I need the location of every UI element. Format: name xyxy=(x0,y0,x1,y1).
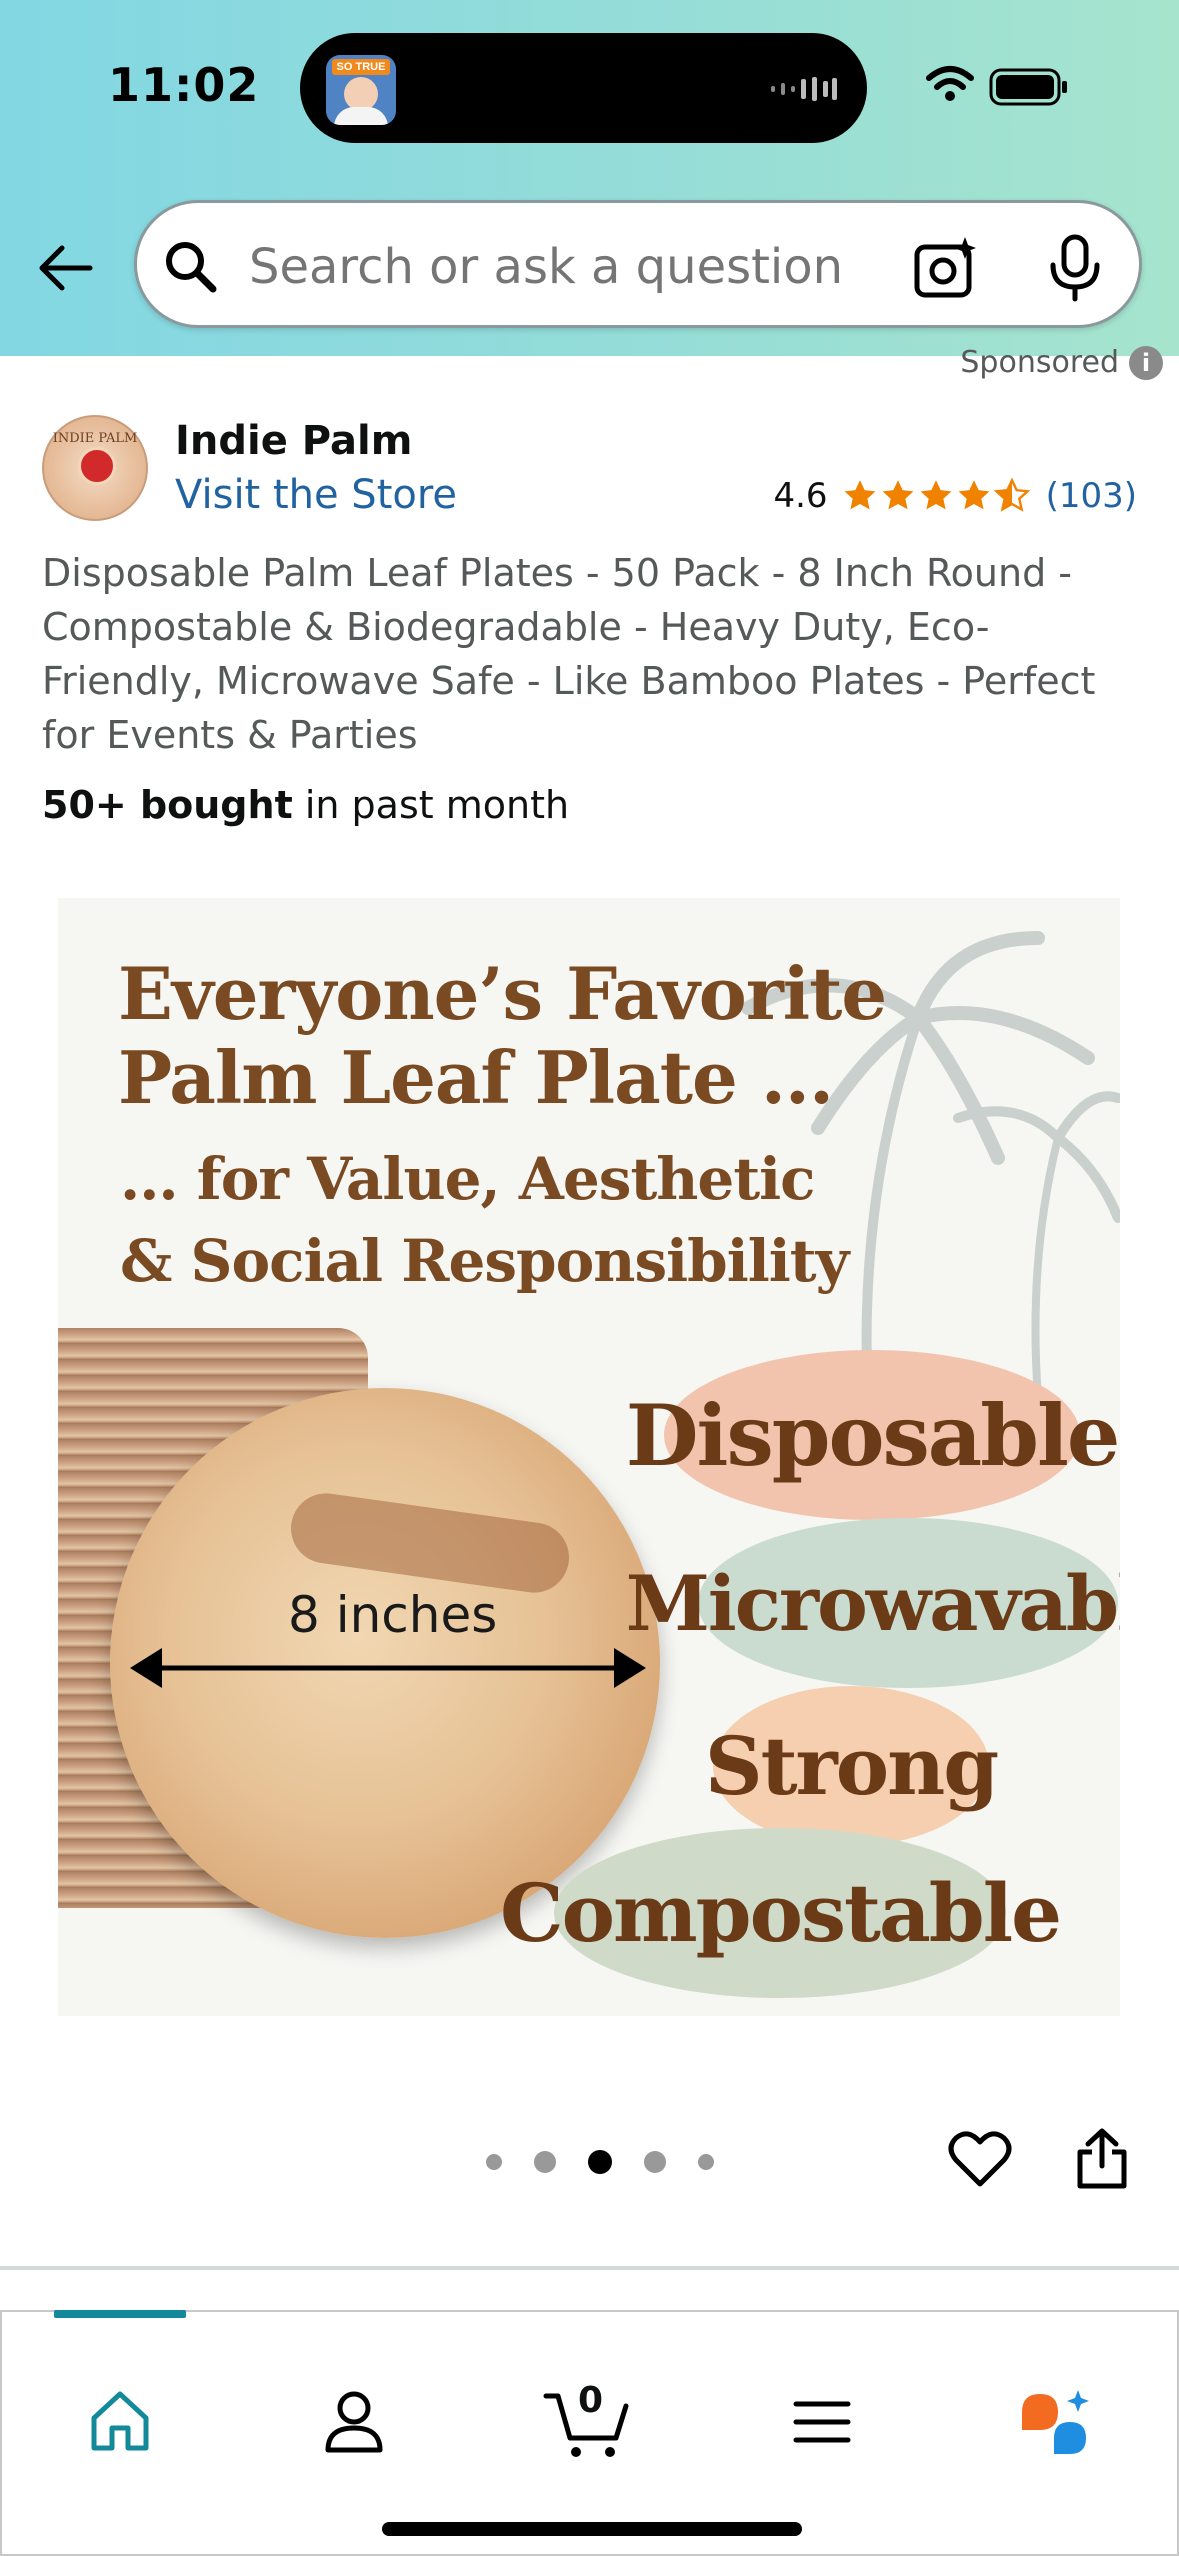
carousel-dot-active[interactable] xyxy=(588,2150,612,2174)
section-divider xyxy=(0,2266,1179,2270)
product-image[interactable]: Everyone’s Favorite Palm Leaf Plate ... … xyxy=(58,898,1120,2016)
image-headline: Everyone’s Favorite Palm Leaf Plate ... xyxy=(118,951,887,1120)
home-indicator xyxy=(382,2522,802,2536)
cart-button[interactable]: 0 xyxy=(542,2380,632,2462)
camera-icon[interactable] xyxy=(911,233,981,303)
wishlist-heart-icon[interactable] xyxy=(948,2130,1012,2190)
audio-wave-icon xyxy=(771,77,837,101)
menu-icon[interactable] xyxy=(782,2382,862,2462)
rufus-assistant-icon[interactable] xyxy=(1014,2382,1094,2462)
search-bar[interactable] xyxy=(134,200,1142,328)
rating-value: 4.6 xyxy=(773,476,828,516)
search-icon xyxy=(166,242,217,293)
live-activity-avatar: SO TRUE xyxy=(326,55,396,125)
product-title: Disposable Palm Leaf Plates - 50 Pack - … xyxy=(42,551,1096,757)
measure-arrow-icon xyxy=(130,1648,646,1688)
cart-count: 0 xyxy=(578,2380,604,2421)
half-star-icon xyxy=(993,478,1030,512)
status-icons xyxy=(926,66,1067,106)
bottom-nav: 0 xyxy=(0,2310,1179,2556)
status-time: 11:02 xyxy=(108,58,260,112)
carousel-dots[interactable] xyxy=(486,2150,746,2174)
info-icon[interactable]: i xyxy=(1129,345,1163,380)
battery-icon xyxy=(989,68,1067,106)
measure-label: 8 inches xyxy=(288,1586,498,1644)
visit-store-link[interactable]: Visit the Store xyxy=(175,472,457,518)
store-logo[interactable]: INDIE PALM xyxy=(42,415,148,521)
share-icon[interactable] xyxy=(1076,2128,1128,2190)
dynamic-island[interactable]: SO TRUE xyxy=(300,33,867,143)
back-arrow-icon[interactable] xyxy=(36,238,96,298)
star-icon xyxy=(844,480,876,510)
home-icon[interactable] xyxy=(80,2382,160,2462)
carousel-dot[interactable] xyxy=(644,2151,666,2173)
carousel-dot[interactable] xyxy=(534,2151,556,2173)
star-icon xyxy=(958,480,990,510)
account-icon[interactable] xyxy=(314,2382,394,2462)
carousel-dot[interactable] xyxy=(486,2154,502,2170)
microphone-icon[interactable] xyxy=(1045,233,1105,303)
star-rating xyxy=(842,478,1030,514)
feature-disposable: Disposable xyxy=(626,1350,1120,1520)
star-icon xyxy=(882,480,914,510)
top-header: 11:02 SO TRUE xyxy=(0,0,1179,356)
rating-summary[interactable]: 4.6 (103) xyxy=(773,476,1137,516)
sponsored-label[interactable]: Sponsored i xyxy=(960,345,1163,380)
store-name: Indie Palm xyxy=(175,418,413,464)
feature-compostable: Compostable xyxy=(500,1828,1062,1998)
nav-active-indicator xyxy=(54,2310,186,2318)
rating-count-link[interactable]: (103) xyxy=(1046,476,1137,516)
wifi-icon xyxy=(926,66,974,101)
carousel-dot[interactable] xyxy=(698,2154,714,2170)
bought-in-past-month: 50+ bought in past month xyxy=(42,783,570,827)
live-activity-badge: SO TRUE xyxy=(332,59,390,75)
search-input[interactable] xyxy=(249,239,949,295)
image-subhead: ... for Value, Aesthetic & Social Respon… xyxy=(120,1145,849,1295)
feature-strong: Strong xyxy=(705,1686,999,1846)
star-icon xyxy=(920,480,952,510)
feature-microwavable: Microwavable xyxy=(626,1518,1120,1688)
store-logo-text: INDIE PALM xyxy=(52,431,138,446)
